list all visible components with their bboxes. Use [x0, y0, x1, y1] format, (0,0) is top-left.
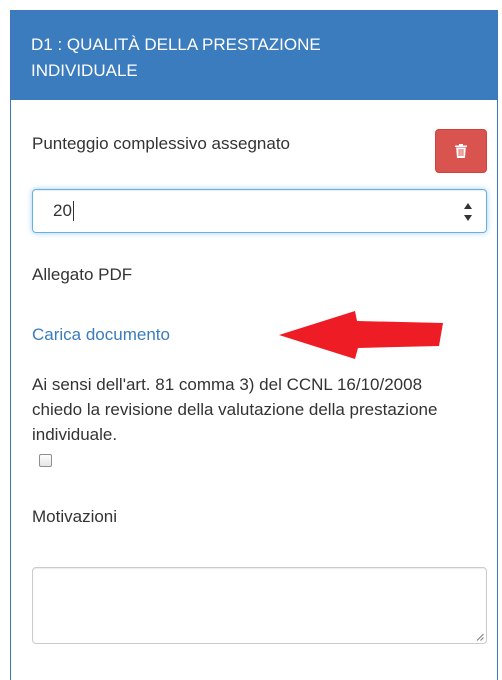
spinner-up-icon[interactable] [464, 203, 472, 209]
resize-grip-icon[interactable] [476, 633, 484, 641]
red-arrow-icon [279, 311, 443, 359]
score-label: Punteggio complessivo assegnato [32, 134, 290, 153]
number-spinner[interactable] [463, 203, 473, 221]
revision-request-text: Ai sensi dell'art. 81 comma 3) del CCNL … [32, 375, 438, 444]
text-caret [72, 201, 74, 221]
score-value: 20 [53, 201, 72, 220]
motivations-textarea[interactable] [32, 567, 487, 644]
attachment-label: Allegato PDF [32, 265, 133, 284]
panel-title-line1: D1 : QUALITÀ DELLA PRESTAZIONE [31, 35, 321, 54]
score-input[interactable]: 20 [32, 189, 487, 233]
panel-heading: D1 : QUALITÀ DELLA PRESTAZIONE INDIVIDUA… [11, 11, 497, 100]
upload-document-link[interactable]: Carica documento [32, 325, 170, 345]
revision-checkbox[interactable] [39, 454, 52, 467]
evaluation-panel: D1 : QUALITÀ DELLA PRESTAZIONE INDIVIDUA… [10, 10, 498, 680]
delete-button[interactable] [435, 129, 487, 173]
motivations-label: Motivazioni [32, 507, 118, 526]
spinner-down-icon[interactable] [464, 215, 472, 221]
panel-title-line2: INDIVIDUALE [31, 61, 138, 80]
trash-icon [455, 144, 467, 158]
